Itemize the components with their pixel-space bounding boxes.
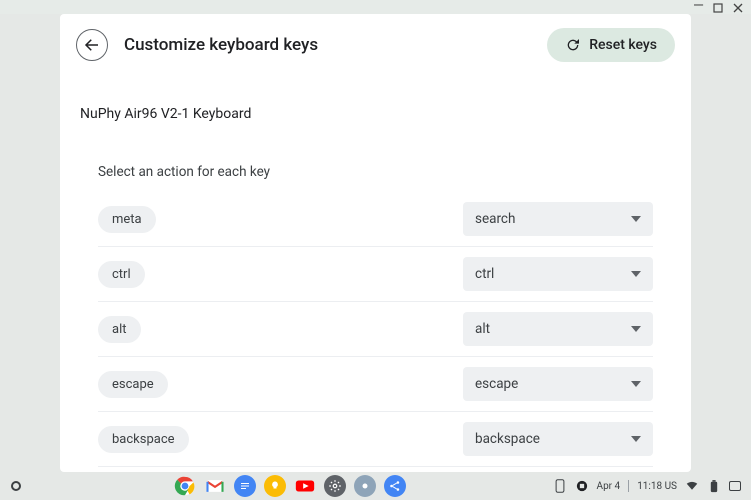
page-title: Customize keyboard keys	[124, 35, 547, 55]
chevron-down-icon	[631, 379, 641, 389]
keep-app-icon[interactable]	[264, 475, 286, 497]
back-button[interactable]	[76, 29, 108, 61]
chrome-app-icon[interactable]	[174, 475, 196, 497]
key-action-value: alt	[475, 321, 490, 337]
gmail-app-icon[interactable]	[204, 475, 226, 497]
key-row: backspace backspace	[98, 412, 653, 467]
key-action-select[interactable]: search	[463, 202, 653, 236]
settings-app-icon[interactable]	[324, 475, 346, 497]
chevron-down-icon	[631, 269, 641, 279]
docs-app-icon[interactable]	[234, 475, 256, 497]
key-action-value: escape	[475, 376, 518, 392]
key-action-value: search	[475, 211, 515, 227]
window-minimize-icon[interactable]: —	[693, 3, 703, 13]
stop-icon	[575, 479, 589, 493]
tray-time: 11:18 US	[637, 481, 677, 492]
key-row: alt alt	[98, 302, 653, 357]
key-action-select[interactable]: backspace	[463, 422, 653, 456]
status-tray[interactable]: Apr 4 11:18 US	[553, 479, 747, 493]
reset-keys-label: Reset keys	[589, 37, 657, 53]
tray-date: Apr 4	[597, 481, 621, 492]
arrow-left-icon	[83, 36, 101, 54]
youtube-app-icon[interactable]	[294, 475, 316, 497]
shelf: Apr 4 11:18 US	[0, 472, 751, 500]
window-controls: —	[685, 0, 751, 16]
phone-icon	[553, 479, 567, 493]
chevron-down-icon	[631, 214, 641, 224]
chevron-down-icon	[631, 434, 641, 444]
settings-card: Customize keyboard keys Reset keys NuPhy…	[60, 14, 691, 472]
window-restore-icon[interactable]	[713, 3, 723, 13]
key-action-value: ctrl	[475, 266, 494, 282]
shelf-apps	[28, 475, 553, 497]
keyboard-name: NuPhy Air96 V2-1 Keyboard	[60, 70, 691, 126]
key-label: backspace	[98, 426, 189, 453]
header: Customize keyboard keys Reset keys	[60, 14, 691, 70]
launcher-button[interactable]	[4, 481, 28, 491]
key-action-select[interactable]: ctrl	[463, 257, 653, 291]
key-row: escape escape	[98, 357, 653, 412]
key-row: meta search	[98, 192, 653, 247]
reset-keys-button[interactable]: Reset keys	[547, 28, 675, 62]
wifi-icon	[685, 479, 699, 493]
key-label: meta	[98, 206, 156, 233]
key-label: ctrl	[98, 261, 145, 288]
files-app-icon[interactable]	[354, 475, 376, 497]
refresh-icon	[565, 37, 581, 53]
window-close-icon[interactable]	[733, 3, 743, 13]
notifications-icon	[729, 481, 741, 491]
launcher-icon	[11, 481, 21, 491]
key-action-select[interactable]: alt	[463, 312, 653, 346]
battery-icon	[707, 479, 721, 493]
chevron-down-icon	[631, 324, 641, 334]
key-action-select[interactable]: escape	[463, 367, 653, 401]
section-keys-label: Select an action for each key	[60, 126, 691, 192]
desktop-area: Customize keyboard keys Reset keys NuPhy…	[0, 14, 751, 472]
share-app-icon[interactable]	[384, 475, 406, 497]
key-label: escape	[98, 371, 168, 398]
key-mapping-list: meta search ctrl ctrl alt alt	[60, 192, 691, 472]
key-label: alt	[98, 316, 141, 343]
key-row: ctrl ctrl	[98, 247, 653, 302]
key-action-value: backspace	[475, 431, 540, 447]
